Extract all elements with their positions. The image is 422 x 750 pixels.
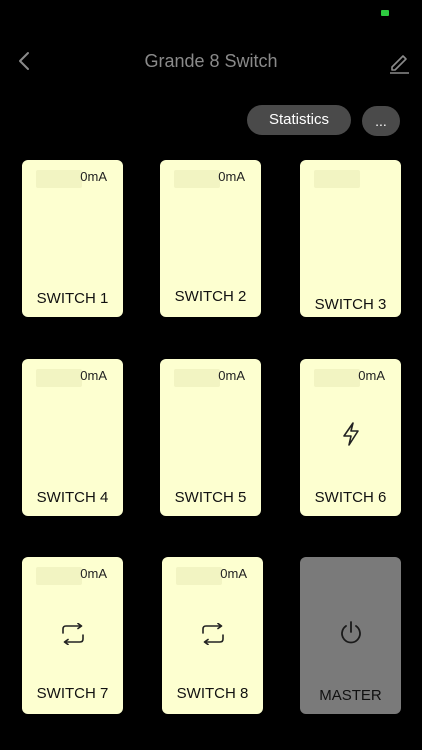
switch-2-label: SWITCH 2 — [174, 288, 247, 305]
switch-7-current: 0mA — [80, 566, 107, 581]
switch-3-label: SWITCH 3 — [314, 296, 387, 313]
switch-1-tile[interactable]: 0mA SWITCH 1 — [22, 160, 123, 317]
master-label: MASTER — [319, 687, 382, 704]
repeat-icon — [201, 623, 224, 645]
switch-4-tile[interactable]: 0mA SWITCH 4 — [22, 359, 123, 516]
switch-4-label: SWITCH 4 — [36, 489, 109, 506]
switch-7-label: SWITCH 7 — [36, 685, 109, 702]
switch-8-tile[interactable]: 0mA SWITCH 8 — [162, 557, 263, 714]
page-title: Grande 8 Switch — [144, 51, 278, 71]
tile-chip — [174, 170, 220, 188]
tile-chip — [314, 369, 360, 387]
lightning-icon — [342, 422, 359, 446]
switch-1-label: SWITCH 1 — [36, 290, 109, 307]
switch-4-current: 0mA — [80, 368, 107, 383]
switch-8-current: 0mA — [220, 566, 247, 581]
switch-7-tile[interactable]: 0mA SWITCH 7 — [22, 557, 123, 714]
header: Grande 8 Switch — [0, 40, 422, 84]
tile-chip — [36, 567, 82, 585]
switch-5-label: SWITCH 5 — [174, 489, 247, 506]
switch-8-label: SWITCH 8 — [176, 685, 249, 702]
more-button[interactable]: ... — [362, 106, 400, 136]
repeat-icon — [61, 623, 84, 645]
tile-chip — [174, 369, 220, 387]
switch-6-current: 0mA — [358, 368, 385, 383]
switch-2-current: 0mA — [218, 169, 245, 184]
status-indicator — [381, 10, 389, 16]
switch-3-tile[interactable]: SWITCH 3 — [300, 160, 401, 317]
switch-5-current: 0mA — [218, 368, 245, 383]
edit-icon[interactable] — [388, 50, 410, 74]
switch-6-tile[interactable]: 0mA SWITCH 6 — [300, 359, 401, 516]
statistics-button[interactable]: Statistics — [247, 105, 351, 135]
switch-2-tile[interactable]: 0mA SWITCH 2 — [160, 160, 261, 317]
switch-5-tile[interactable]: 0mA SWITCH 5 — [160, 359, 261, 516]
switch-1-current: 0mA — [80, 169, 107, 184]
master-tile[interactable]: MASTER — [300, 557, 401, 714]
tile-chip — [176, 567, 222, 585]
switch-6-label: SWITCH 6 — [314, 489, 387, 506]
power-icon — [340, 621, 361, 644]
tile-chip — [314, 170, 360, 188]
tile-chip — [36, 170, 82, 188]
tile-chip — [36, 369, 82, 387]
